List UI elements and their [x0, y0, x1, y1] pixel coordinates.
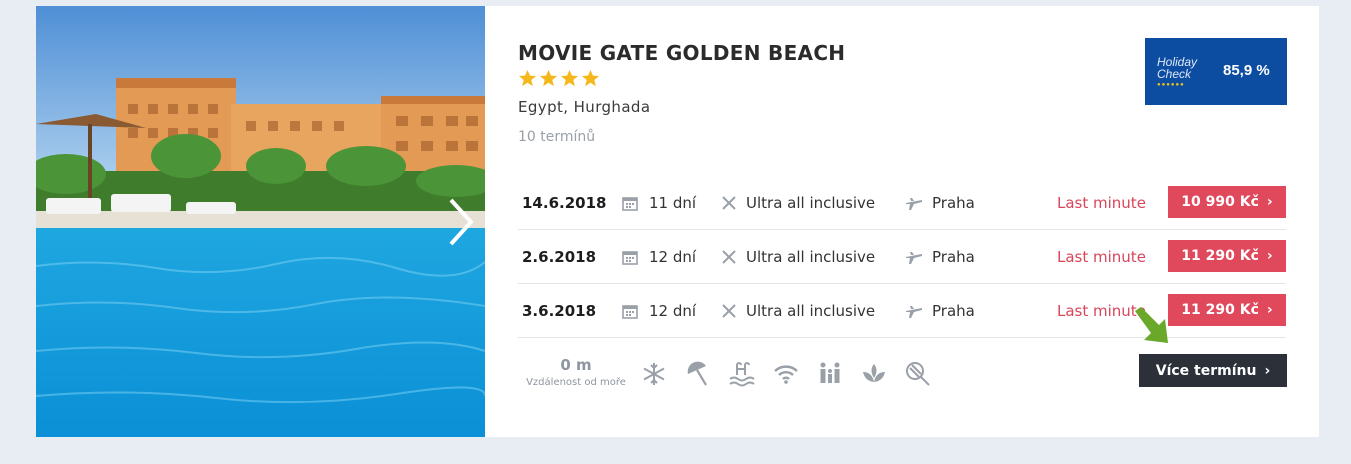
offer-departure: Praha [932, 247, 975, 266]
hotel-location: Egypt, Hurghada [518, 98, 651, 116]
wifi-icon [774, 365, 798, 384]
sea-distance-value: 0 m [560, 356, 592, 374]
cutlery-icon [721, 284, 737, 337]
last-minute-label: Last minute [1057, 247, 1146, 266]
calendar-icon [622, 284, 638, 337]
pointer-arrow-icon [1135, 307, 1168, 343]
last-minute-label: Last minute [1057, 193, 1146, 212]
more-terms-button[interactable]: Více termínu › [1139, 354, 1287, 387]
hotel-card: MOVIE GATE GOLDEN BEACH Egypt, Hurghada … [36, 6, 1319, 437]
chevron-right-icon: › [1266, 302, 1273, 318]
price-button[interactable]: 11 290 Kč › [1168, 240, 1286, 272]
holidaycheck-badge[interactable]: Holiday Check ●●●●●● 85,9 % [1145, 38, 1287, 105]
cutlery-icon [721, 230, 737, 283]
price-button[interactable]: 11 290 Kč › [1168, 294, 1286, 326]
offer-row: 14.6.2018 11 dní Ultra all inclusive Pra… [518, 176, 1286, 230]
hotel-photo-image [36, 6, 485, 437]
hotel-info: MOVIE GATE GOLDEN BEACH Egypt, Hurghada … [518, 6, 1287, 437]
hotel-photo[interactable] [36, 6, 485, 437]
holidaycheck-logo: Holiday Check [1157, 56, 1197, 80]
sea-distance: 0 m Vzdálenost od moře [518, 356, 634, 388]
hotel-features: 0 m Vzdálenost od moře [518, 356, 1038, 396]
holidaycheck-dots-icon: ●●●●●● [1157, 82, 1185, 88]
sea-distance-label: Vzdálenost od moře [526, 377, 626, 388]
hotel-name[interactable]: MOVIE GATE GOLDEN BEACH [518, 41, 845, 65]
plane-icon [905, 176, 923, 229]
star-icon [518, 69, 537, 87]
chevron-right-icon: › [1266, 194, 1273, 210]
price-button[interactable]: 10 990 Kč › [1168, 186, 1286, 218]
chevron-right-icon: › [1264, 362, 1271, 379]
holidaycheck-score: 85,9 % [1223, 62, 1270, 79]
offer-date: 2.6.2018 [522, 247, 597, 266]
next-photo-button[interactable] [441, 194, 477, 250]
calendar-icon [622, 176, 638, 229]
calendar-icon [622, 230, 638, 283]
star-icon [560, 69, 579, 87]
holidaycheck-logo-line2: Check [1157, 67, 1192, 81]
star-icon [581, 69, 600, 87]
offer-board: Ultra all inclusive [746, 193, 876, 212]
star-rating [518, 69, 600, 88]
offer-date: 3.6.2018 [522, 301, 597, 320]
plane-icon [905, 230, 923, 283]
family-icon [820, 362, 840, 383]
offer-duration: 12 dní [649, 301, 697, 320]
offer-board: Ultra all inclusive [746, 247, 876, 266]
cutlery-icon [721, 176, 737, 229]
price-value: 11 290 Kč [1181, 248, 1259, 264]
offer-board: Ultra all inclusive [746, 301, 876, 320]
offer-date: 14.6.2018 [522, 193, 607, 212]
offer-departure: Praha [932, 193, 975, 212]
offer-departure: Praha [932, 301, 975, 320]
offer-duration: 12 dní [649, 247, 697, 266]
chevron-right-icon: › [1266, 248, 1273, 264]
price-value: 10 990 Kč [1181, 194, 1259, 210]
wellness-icon [863, 364, 885, 382]
pool-icon [729, 362, 755, 387]
air-conditioning-icon [643, 363, 665, 385]
offer-row: 2.6.2018 12 dní Ultra all inclusive Prah… [518, 230, 1286, 284]
price-value: 11 290 Kč [1181, 302, 1259, 318]
more-terms-label: Více termínu [1155, 362, 1257, 379]
beach-umbrella-icon [687, 361, 707, 386]
terms-count: 10 termínů [518, 129, 596, 145]
tennis-icon [906, 362, 930, 386]
plane-icon [905, 284, 923, 337]
chevron-right-icon [449, 198, 474, 246]
star-icon [539, 69, 558, 87]
offer-duration: 11 dní [649, 193, 697, 212]
